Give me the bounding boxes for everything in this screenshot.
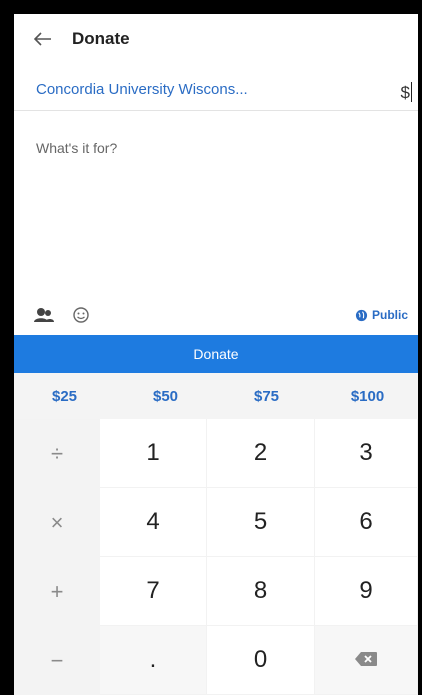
privacy-label: Public xyxy=(371,308,408,322)
multiply-key[interactable]: × xyxy=(14,488,100,557)
key-6[interactable]: 6 xyxy=(315,488,418,557)
compose-toolbar: Public xyxy=(14,298,418,332)
key-2[interactable]: 2 xyxy=(207,419,315,488)
key-4[interactable]: 4 xyxy=(100,488,207,557)
key-7[interactable]: 7 xyxy=(100,557,207,626)
preset-amount-100[interactable]: $100 xyxy=(317,373,418,419)
donate-screen: Donate Concordia University Wiscons... $… xyxy=(14,14,418,695)
decimal-key[interactable]: . xyxy=(100,626,207,695)
privacy-selector[interactable]: Public xyxy=(355,308,408,322)
text-caret xyxy=(411,82,412,102)
key-5[interactable]: 5 xyxy=(207,488,315,557)
key-3[interactable]: 3 xyxy=(315,419,418,488)
note-input[interactable]: What's it for? xyxy=(36,140,117,156)
plus-key[interactable]: + xyxy=(14,557,100,626)
key-1[interactable]: 1 xyxy=(100,419,207,488)
key-0[interactable]: 0 xyxy=(207,626,315,695)
donate-button[interactable]: Donate xyxy=(14,335,418,373)
key-8[interactable]: 8 xyxy=(207,557,315,626)
minus-key[interactable]: − xyxy=(14,626,100,695)
key-9[interactable]: 9 xyxy=(315,557,418,626)
amount-input[interactable]: $ xyxy=(401,82,412,103)
backspace-icon xyxy=(354,646,378,674)
people-icon[interactable] xyxy=(34,307,54,323)
recipient-name[interactable]: Concordia University Wiscons... xyxy=(36,81,248,98)
recipient-row[interactable]: Concordia University Wiscons... $ xyxy=(14,64,418,111)
preset-amount-50[interactable]: $50 xyxy=(115,373,216,419)
currency-symbol: $ xyxy=(400,83,410,102)
emoji-icon[interactable] xyxy=(72,306,90,324)
preset-amount-25[interactable]: $25 xyxy=(14,373,115,419)
preset-amount-75[interactable]: $75 xyxy=(216,373,317,419)
backspace-key[interactable] xyxy=(315,626,418,695)
back-arrow-icon[interactable] xyxy=(34,32,56,46)
page-title: Donate xyxy=(72,29,130,48)
number-keypad: ÷ 1 2 3 × 4 5 6 + 7 8 9 − . 0 xyxy=(14,419,418,695)
globe-icon xyxy=(355,309,368,322)
app-bar: Donate xyxy=(14,14,418,64)
preset-amounts: $25 $50 $75 $100 xyxy=(14,373,418,419)
divide-key[interactable]: ÷ xyxy=(14,419,100,488)
